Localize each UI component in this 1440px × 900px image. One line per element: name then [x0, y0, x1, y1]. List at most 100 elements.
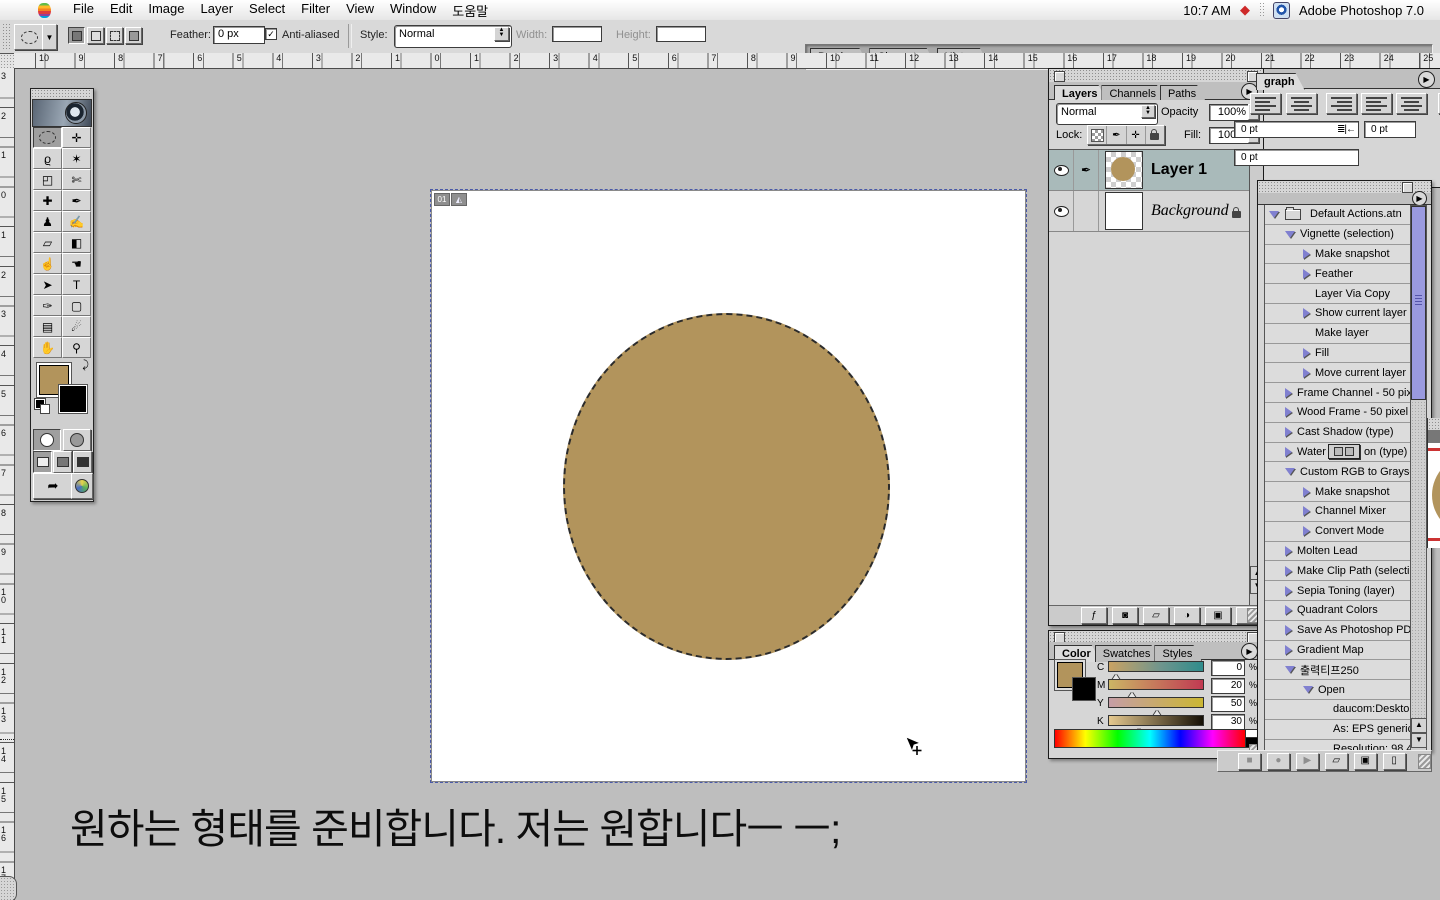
slider-track-c[interactable] [1108, 661, 1204, 672]
expander-closed[interactable] [1285, 625, 1292, 635]
collapse-box[interactable] [1402, 182, 1413, 193]
imageready-icon[interactable] [71, 473, 93, 499]
jump-to-imageready-button[interactable]: ➦ [33, 473, 73, 499]
action-item[interactable]: Vignette (selection) [1265, 225, 1411, 245]
standard-screen-button[interactable] [33, 451, 52, 473]
expander-closed[interactable] [1285, 407, 1292, 417]
expander-open[interactable] [1285, 468, 1295, 475]
action-item[interactable]: Make Clip Path (selectio... [1265, 561, 1411, 581]
swap-colors-icon[interactable]: ⤸ [82, 359, 89, 372]
tab-paragraph[interactable]: graph [1256, 73, 1305, 90]
mini-window-overlay[interactable] [1328, 444, 1360, 459]
intersect-selection-button[interactable] [125, 27, 142, 44]
expander-closed[interactable] [1285, 427, 1292, 437]
photoshop-banner[interactable] [32, 99, 92, 127]
layer-mask-button[interactable]: ◙ [1112, 607, 1138, 624]
zoom-tool[interactable]: ⚲ [62, 337, 91, 358]
tab-menu-icon[interactable]: ▶ [1241, 643, 1258, 660]
clone-stamp-tool[interactable]: ♟ [33, 211, 62, 232]
visibility-eye-icon[interactable] [1049, 191, 1074, 231]
new-set-button[interactable]: ▱ [1325, 753, 1348, 770]
shape-tool[interactable]: ▢ [62, 295, 91, 316]
action-item[interactable]: Frame Channel - 50 pixel [1265, 383, 1411, 403]
hand-tool[interactable]: ✋ [33, 337, 62, 358]
slider-value-m[interactable]: 20 [1211, 678, 1245, 694]
slider-value-k[interactable]: 30 [1211, 714, 1245, 730]
style-stepper-icon[interactable]: ▲▼ [494, 27, 509, 41]
pen-tool[interactable]: ✑ [33, 295, 62, 316]
actions-scrollbar[interactable]: ▲ ▼ [1410, 205, 1427, 751]
delete-button[interactable]: ▯ [1383, 753, 1406, 770]
action-item[interactable]: Show current layer [1265, 304, 1411, 324]
action-item[interactable]: Make snapshot [1265, 482, 1411, 502]
anti-aliased-checkbox[interactable]: ✓ [265, 28, 277, 40]
top-ruler[interactable]: 1098765432101234567891011121314151617181… [14, 53, 1440, 69]
justify-last-center-button[interactable] [1396, 93, 1427, 114]
brush-tool[interactable]: ✒ [62, 190, 91, 211]
action-item[interactable]: Custom RGB to Graysc... [1265, 462, 1411, 482]
scroll-up-icon[interactable]: ▲ [1411, 718, 1427, 733]
expander-open[interactable] [1303, 686, 1313, 693]
expander-closed[interactable] [1303, 348, 1310, 358]
standard-mode-button[interactable] [33, 429, 61, 451]
menu-item-Layer[interactable]: Layer [193, 0, 242, 22]
layer-row-background[interactable]: Background [1049, 191, 1249, 232]
default-colors-icon[interactable] [35, 399, 48, 412]
action-item[interactable]: Quadrant Colors [1265, 601, 1411, 621]
action-item[interactable]: Wood Frame - 50 pixel [1265, 403, 1411, 423]
action-item[interactable]: Save As Photoshop PDF [1265, 621, 1411, 641]
lasso-tool[interactable]: ϱ [33, 148, 62, 169]
resize-grip[interactable] [1418, 754, 1431, 769]
adjustment-layer-button[interactable]: ◑ [1174, 607, 1200, 624]
menu-item-View[interactable]: View [338, 0, 382, 22]
slider-value-c[interactable]: 0 [1211, 660, 1245, 676]
crop-tool[interactable]: ◰ [33, 169, 62, 190]
subtract-selection-button[interactable] [106, 27, 123, 44]
eyedropper-tool[interactable]: ☄ [62, 316, 91, 337]
action-item[interactable]: Fill [1265, 344, 1411, 364]
expander-closed[interactable] [1303, 368, 1310, 378]
slice-tool[interactable]: ✄ [62, 169, 91, 190]
slider-value-y[interactable]: 50 [1211, 696, 1245, 712]
blend-stepper-icon[interactable]: ▲▼ [1141, 105, 1155, 118]
menu-item-Image[interactable]: Image [140, 0, 192, 22]
history-brush-tool[interactable]: ✍ [62, 211, 91, 232]
menu-item-도움말[interactable]: 도움말 [444, 0, 496, 22]
slider-track-k[interactable] [1108, 715, 1204, 726]
action-item[interactable]: 출력티프250 [1265, 660, 1411, 680]
toolbox-grip[interactable] [31, 89, 91, 98]
action-item[interactable]: Sepia Toning (layer) [1265, 581, 1411, 601]
expander-closed[interactable] [1303, 249, 1310, 259]
smudge-tool[interactable]: ☝ [33, 253, 62, 274]
fullscreen-button[interactable] [73, 451, 92, 473]
blend-mode-dropdown[interactable]: Normal ▲▼ [1056, 103, 1158, 125]
layer-name[interactable]: Background [1151, 202, 1229, 220]
tool-preset-dropdown[interactable]: ▼ [42, 24, 57, 50]
action-item[interactable]: Layer Via Copy [1265, 284, 1411, 304]
background-color-swatch[interactable] [59, 385, 87, 413]
layers-palette-titlebar[interactable] [1049, 69, 1263, 83]
magic-wand-tool[interactable]: ✶ [62, 148, 91, 169]
paragraph-menu-icon[interactable]: ▶ [1418, 71, 1435, 88]
height-input[interactable] [656, 26, 706, 42]
color-spectrum-bar[interactable] [1054, 729, 1246, 748]
left-ruler[interactable]: 32101234567891011121314151617 [0, 68, 15, 900]
action-item[interactable]: Move current layer [1265, 363, 1411, 383]
expander-closed[interactable] [1303, 269, 1310, 279]
align-center-button[interactable] [1286, 93, 1317, 114]
action-item[interactable]: Default Actions.atn [1265, 205, 1411, 225]
action-item[interactable]: Make layer [1265, 324, 1411, 344]
action-item[interactable]: As: EPS generic [1265, 720, 1411, 740]
add-selection-button[interactable] [87, 27, 104, 44]
options-bar-grip[interactable] [2, 23, 10, 49]
indent-first-line-input[interactable]: 0 pt [1234, 149, 1359, 166]
justify-last-left-button[interactable] [1361, 93, 1392, 114]
close-box[interactable] [1054, 71, 1065, 82]
expander-closed[interactable] [1285, 388, 1292, 398]
layer-thumbnail[interactable] [1105, 192, 1143, 230]
action-item[interactable]: Channel Mixer [1265, 502, 1411, 522]
expander-open[interactable] [1285, 231, 1295, 238]
actions-scroll-thumb[interactable] [1411, 206, 1426, 400]
layer-set-button[interactable]: ▱ [1143, 607, 1169, 624]
lock-image-button[interactable]: ✒ [1107, 126, 1126, 144]
